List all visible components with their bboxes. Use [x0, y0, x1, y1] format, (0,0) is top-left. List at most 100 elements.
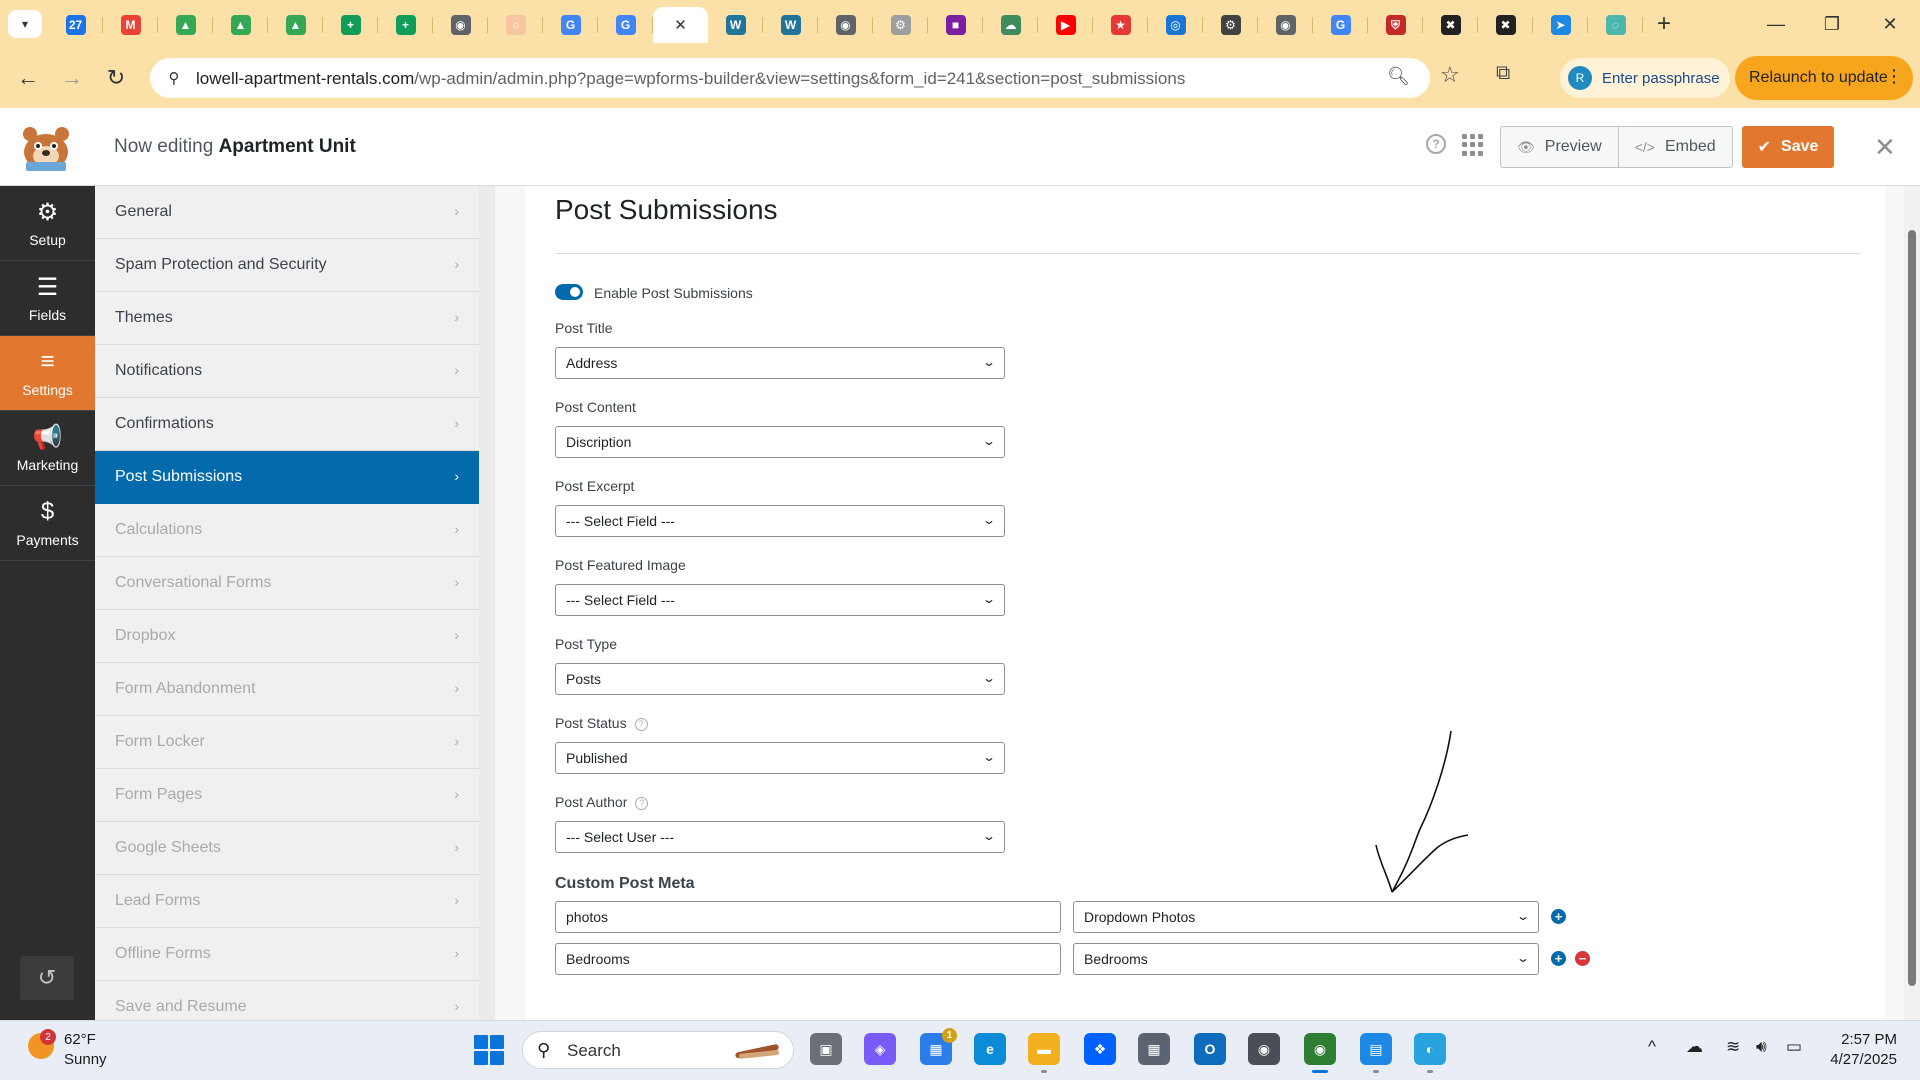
minimize-button[interactable]: —	[1756, 10, 1796, 38]
browser-tab[interactable]: ◉	[433, 7, 488, 43]
browser-tab[interactable]: G	[598, 7, 653, 43]
edge-icon[interactable]: e	[974, 1033, 1006, 1065]
browser-tab[interactable]: M	[103, 7, 158, 43]
select-post-author[interactable]: --- Select User --- ⌄	[555, 821, 1005, 853]
onedrive-cloud-icon[interactable]: ☁	[1686, 1037, 1703, 1057]
leftnav-marketing[interactable]: 📢 Marketing	[0, 411, 95, 486]
zoom-icon[interactable]: 🔍︎	[1387, 66, 1410, 87]
browser-tab[interactable]: ★	[1093, 7, 1148, 43]
browser-tab[interactable]: ◉	[1258, 7, 1313, 43]
browser-tab[interactable]: ✖	[1423, 7, 1478, 43]
select-post-excerpt[interactable]: --- Select Field --- ⌄	[555, 505, 1005, 537]
reload-button[interactable]: ↻	[100, 62, 132, 94]
settings-item-calculations[interactable]: Calculations ›	[95, 504, 479, 557]
apps-grid-icon[interactable]	[1462, 134, 1484, 156]
browser-tab[interactable]: ⛨	[1368, 7, 1423, 43]
panel-scrollbar[interactable]	[479, 186, 495, 1020]
revisions-history-icon[interactable]: ↺	[20, 956, 74, 1000]
select-post-title[interactable]: Address ⌄	[555, 347, 1005, 379]
settings-item-lead-forms[interactable]: Lead Forms ›	[95, 875, 479, 928]
settings-item-themes[interactable]: Themes ›	[95, 292, 479, 345]
forward-button[interactable]: →	[56, 62, 88, 94]
camera-icon[interactable]: ◉	[1248, 1033, 1280, 1065]
settings-item-form-locker[interactable]: Form Locker ›	[95, 716, 479, 769]
content-scrollbar-thumb[interactable]	[1908, 230, 1916, 986]
url-text[interactable]: lowell-apartment-rentals.com/wp-admin/ad…	[196, 69, 1185, 89]
restore-button[interactable]: ❐	[1812, 10, 1852, 38]
select-post-type[interactable]: Posts ⌄	[555, 663, 1005, 695]
browser-tab[interactable]: ◉	[818, 7, 873, 43]
meta-field-select[interactable]: Bedrooms ⌄	[1073, 943, 1539, 975]
chrome-icon[interactable]: ◉	[1304, 1033, 1336, 1073]
browser-tab[interactable]: ✕	[653, 7, 708, 43]
browser-tab[interactable]: ⚙	[873, 7, 928, 43]
browser-tab[interactable]: ☁	[983, 7, 1038, 43]
relaunch-button[interactable]: Relaunch to update ⋮	[1735, 56, 1913, 100]
address-bar[interactable]: ⚲ lowell-apartment-rentals.com/wp-admin/…	[150, 58, 1430, 98]
embed-button[interactable]: </> Embed	[1617, 127, 1732, 167]
browser-tab[interactable]: 27	[48, 7, 103, 43]
settings-item-notifications[interactable]: Notifications ›	[95, 345, 479, 398]
tab-search-button[interactable]: ▾	[8, 10, 42, 38]
meta-field-select[interactable]: Dropdown Photos ⌄	[1073, 901, 1539, 933]
outlook-icon[interactable]: O	[1194, 1033, 1226, 1065]
more-menu-icon[interactable]: ⋮	[1885, 66, 1903, 87]
settings-item-confirmations[interactable]: Confirmations ›	[95, 398, 479, 451]
browser-tab[interactable]: +	[323, 7, 378, 43]
help-icon[interactable]: ?	[1426, 134, 1446, 154]
select-post-status[interactable]: Published ⌄	[555, 742, 1005, 774]
dropbox-icon[interactable]: ❖	[1084, 1033, 1116, 1065]
new-tab-button[interactable]: +	[1650, 10, 1678, 38]
settings-item-post-submissions[interactable]: Post Submissions ›	[95, 451, 479, 504]
close-window-button[interactable]: ✕	[1870, 10, 1910, 38]
leftnav-setup[interactable]: ⚙ Setup	[0, 186, 95, 261]
notepad-icon[interactable]: ▤	[1360, 1033, 1392, 1073]
start-button[interactable]	[474, 1035, 504, 1065]
browser-blue-icon[interactable]: ◐	[1414, 1033, 1446, 1073]
browser-tab[interactable]: ◌	[1588, 7, 1643, 43]
task-view-icon[interactable]: ▣	[810, 1033, 842, 1065]
browser-tab[interactable]: ⚙	[1203, 7, 1258, 43]
store-icon[interactable]: ▦ 1	[920, 1028, 957, 1065]
add-row-icon[interactable]: +	[1551, 951, 1566, 966]
browser-tab[interactable]: W	[708, 7, 763, 43]
settings-item-dropbox[interactable]: Dropbox ›	[95, 610, 479, 663]
settings-item-general[interactable]: General ›	[95, 186, 479, 239]
wifi-icon[interactable]: ≋	[1726, 1037, 1740, 1057]
settings-item-offline-forms[interactable]: Offline Forms ›	[95, 928, 479, 981]
clock-date[interactable]: 4/27/2025	[1815, 1051, 1897, 1068]
weather-temperature[interactable]: 62°F	[64, 1031, 96, 1048]
browser-tab[interactable]: ▶	[1038, 7, 1093, 43]
bookmark-star-icon[interactable]: ☆	[1440, 62, 1460, 88]
settings-item-form-abandonment[interactable]: Form Abandonment ›	[95, 663, 479, 716]
browser-tab[interactable]: ■	[928, 7, 983, 43]
browser-tab[interactable]: ○	[488, 7, 543, 43]
settings-item-conversational-forms[interactable]: Conversational Forms ›	[95, 557, 479, 610]
select-post-featured-image[interactable]: --- Select Field --- ⌄	[555, 584, 1005, 616]
meta-key-input[interactable]: photos	[555, 901, 1061, 933]
file-explorer-icon[interactable]: ▬	[1028, 1033, 1060, 1073]
leftnav-payments[interactable]: $ Payments	[0, 486, 95, 561]
volume-icon[interactable]: 🔊︎	[1756, 1037, 1767, 1057]
help-tooltip-icon[interactable]: ?	[635, 797, 649, 810]
browser-tab[interactable]: ✖	[1478, 7, 1533, 43]
browser-tab[interactable]: ▲	[158, 7, 213, 43]
save-button[interactable]: ✔ Save	[1742, 126, 1834, 168]
extensions-puzzle-icon[interactable]: ⧉	[1496, 62, 1522, 88]
remove-row-icon[interactable]: −	[1575, 951, 1590, 966]
active-tab-close-icon[interactable]: ✕	[671, 15, 691, 35]
browser-tab[interactable]: ➤	[1533, 7, 1588, 43]
browser-tab[interactable]: ▲	[268, 7, 323, 43]
back-button[interactable]: ←	[12, 62, 44, 94]
site-info-icon[interactable]: ⚲	[162, 66, 186, 90]
meta-key-input[interactable]: Bedrooms	[555, 943, 1061, 975]
chevron-up-icon[interactable]: ^	[1648, 1037, 1656, 1057]
copilot-icon[interactable]: ◈	[864, 1033, 896, 1065]
browser-tab[interactable]: ▲	[213, 7, 268, 43]
browser-tab[interactable]: G	[1313, 7, 1368, 43]
settings-item-form-pages[interactable]: Form Pages ›	[95, 769, 479, 822]
add-row-icon[interactable]: +	[1551, 909, 1566, 924]
weather-condition[interactable]: Sunny	[64, 1051, 107, 1068]
help-tooltip-icon[interactable]: ?	[634, 718, 648, 731]
browser-tab[interactable]: G	[543, 7, 598, 43]
